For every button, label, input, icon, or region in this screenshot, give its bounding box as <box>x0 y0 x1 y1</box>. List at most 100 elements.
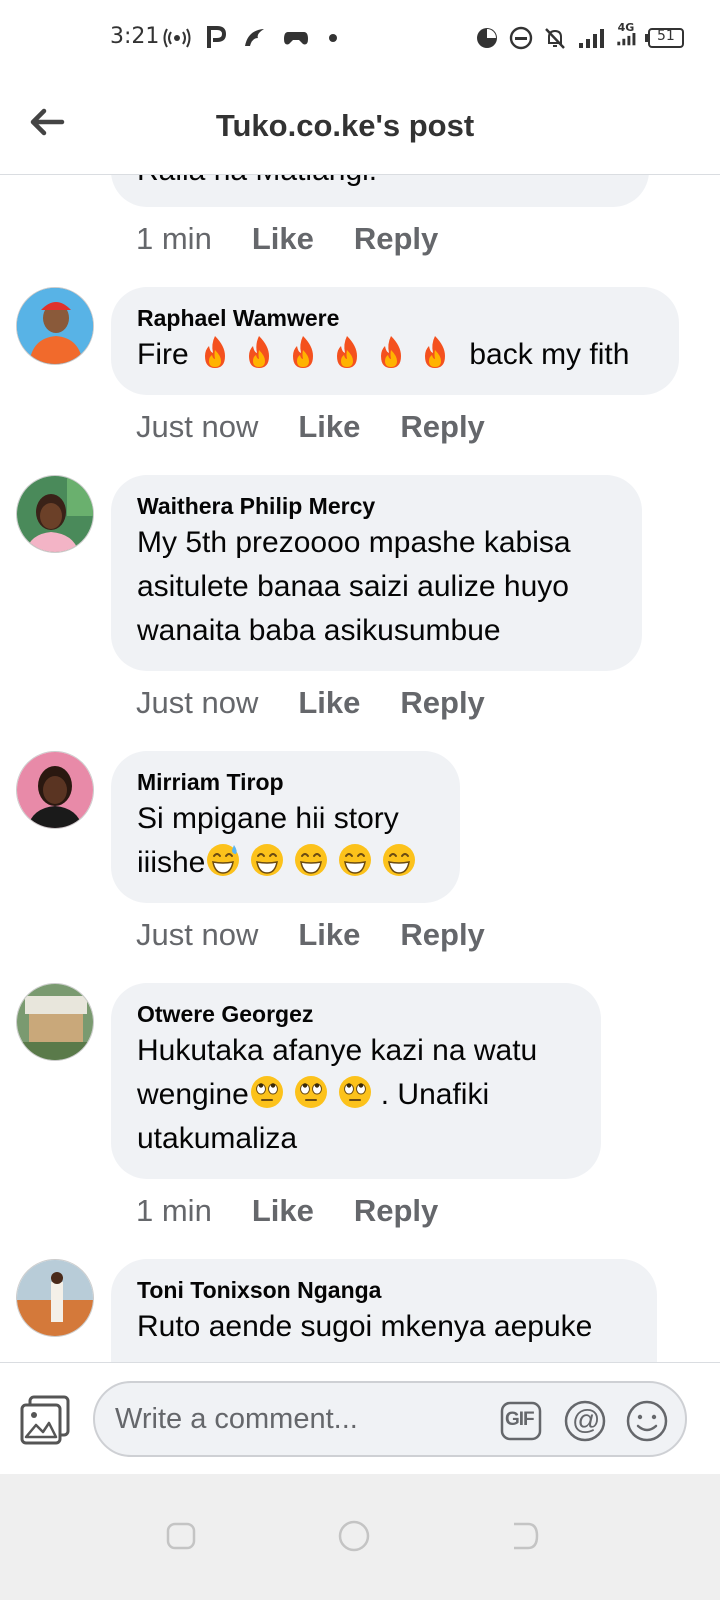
fire-emoji <box>293 336 314 368</box>
comment-author[interactable]: Mirriam Tirop <box>137 767 434 797</box>
comment-meta: Just now Like Reply <box>136 685 525 721</box>
eye-roll-emoji <box>338 1076 371 1108</box>
comment-meta: Just now Like Reply <box>136 917 525 953</box>
signal-4g-icon: 4G <box>609 22 643 46</box>
fire-emoji <box>249 336 270 368</box>
comment-input-container[interactable]: GIF @ <box>93 1381 687 1457</box>
comment-text: Fire back my fith <box>137 333 653 377</box>
comment-text-part: . Unafiki <box>380 1078 490 1111</box>
grinning-emoji <box>251 844 284 876</box>
comment-text-part: wengine <box>137 1078 249 1111</box>
status-time: 3:21 <box>110 24 160 49</box>
app-notification-icon <box>242 26 268 50</box>
comment-time: 1 min <box>136 221 212 256</box>
back-nav-button[interactable] <box>506 1518 542 1554</box>
comment-text-line: Hukutaka afanye kazi na watu <box>137 1034 538 1067</box>
comment-time: 1 min <box>136 1193 212 1228</box>
parking-app-icon <box>205 26 227 50</box>
do-not-disturb-icon <box>507 26 535 50</box>
comment-bubble: Waithera Philip Mercy My 5th prezoooo mp… <box>111 475 642 671</box>
like-button[interactable]: Like <box>298 409 360 445</box>
like-button[interactable]: Like <box>252 1193 314 1229</box>
like-button[interactable]: Like <box>298 685 360 721</box>
reply-button[interactable]: Reply <box>400 917 484 953</box>
system-nav-bar <box>0 1474 720 1600</box>
comment-text-line: wanaita baba asikusumbue <box>137 614 501 647</box>
battery-icon: 51 <box>645 26 685 50</box>
comment-text-line: Ruto aende sugoi mkenya aepuke <box>137 1310 593 1343</box>
status-bar: 3:21 4G 51 <box>0 0 720 80</box>
reply-button[interactable]: Reply <box>400 409 484 445</box>
comment-bubble: Mirriam Tirop Si mpigane hii story iiish… <box>111 751 460 903</box>
comment-text-line: asitulete banaa saizi aulize huyo <box>137 570 569 603</box>
comment-text: Raila na Matiangi. <box>137 175 377 193</box>
comment-author[interactable]: Otwere Georgez <box>137 999 575 1029</box>
comment-composer: GIF @ <box>0 1362 720 1474</box>
comment-feed[interactable]: Raila na Matiangi. 1 min Like Reply Raph… <box>0 175 720 1391</box>
avatar[interactable] <box>16 983 94 1061</box>
comment-text-part: Fire <box>137 338 189 371</box>
more-notifications-dot-icon <box>326 26 340 50</box>
emoji-group <box>249 1076 381 1111</box>
like-button[interactable]: Like <box>298 917 360 953</box>
home-button[interactable] <box>336 1518 372 1554</box>
comment-meta: 1 min Like Reply <box>136 1193 478 1229</box>
comment-bubble: Raphael Wamwere Fire back my fith <box>111 287 679 395</box>
comment-time: Just now <box>136 685 259 720</box>
gif-label: GIF <box>505 1409 535 1430</box>
eye-roll-emoji <box>250 1076 283 1108</box>
avatar[interactable] <box>16 287 94 365</box>
emoji-group <box>197 336 461 371</box>
silent-bell-icon <box>541 26 569 50</box>
avatar[interactable] <box>16 475 94 553</box>
comment-author[interactable]: Waithera Philip Mercy <box>137 491 616 521</box>
comment-author[interactable]: Toni Tonixson Nganga <box>137 1275 631 1305</box>
fire-emoji <box>381 336 402 368</box>
comment-text-line: Si mpigane hii story <box>137 802 399 835</box>
photo-icon <box>20 1395 70 1445</box>
reply-button[interactable]: Reply <box>354 1193 438 1229</box>
add-photo-button[interactable] <box>18 1393 74 1447</box>
eye-roll-emoji <box>294 1076 327 1108</box>
back-nav-icon <box>514 1522 539 1550</box>
comment-bubble: Raila na Matiangi. <box>111 175 649 207</box>
comment-time: Just now <box>136 917 259 952</box>
comment-meta: Just now Like Reply <box>136 409 525 445</box>
grinning-sweat-emoji <box>207 844 240 876</box>
mention-label: @ <box>572 1404 601 1435</box>
gif-button[interactable]: GIF <box>499 1399 543 1443</box>
grinning-emoji <box>339 844 372 876</box>
page-title: Tuko.co.ke's post <box>215 108 475 143</box>
fire-emoji <box>205 336 226 368</box>
comment-author[interactable]: Raphael Wamwere <box>137 303 653 333</box>
comment-text-part: iiishe <box>137 846 206 879</box>
recent-apps-button[interactable] <box>163 1518 199 1554</box>
reply-button[interactable]: Reply <box>400 685 484 721</box>
comment-time: Just now <box>136 409 259 444</box>
emoji-button[interactable] <box>625 1399 669 1443</box>
comment-bubble: Otwere Georgez Hukutaka afanye kazi na w… <box>111 983 601 1179</box>
gamepad-icon <box>283 26 309 50</box>
home-icon <box>338 1520 370 1552</box>
data-saver-icon <box>474 26 500 50</box>
emoji-group <box>205 844 425 879</box>
hotspot-icon <box>162 26 192 50</box>
comment-meta: 1 min Like Reply <box>136 221 478 257</box>
avatar[interactable] <box>16 1259 94 1337</box>
like-button[interactable]: Like <box>252 221 314 257</box>
header: Tuko.co.ke's post <box>0 80 720 175</box>
comment-input[interactable] <box>115 1383 495 1455</box>
comment-text-line: iiishe <box>137 841 434 885</box>
fire-emoji <box>425 336 446 368</box>
comment-text-line: utakumaliza <box>137 1122 298 1155</box>
grinning-emoji <box>383 844 416 876</box>
grinning-emoji <box>295 844 328 876</box>
recent-apps-icon <box>166 1522 196 1550</box>
comment-text-line: My 5th prezoooo mpashe kabisa <box>137 526 571 559</box>
signal-icon <box>577 26 607 50</box>
comment-text-line: wengine . Unafiki <box>137 1073 575 1117</box>
reply-button[interactable]: Reply <box>354 221 438 257</box>
avatar[interactable] <box>16 751 94 829</box>
smiley-icon <box>626 1400 668 1442</box>
mention-button[interactable]: @ <box>563 1399 607 1443</box>
